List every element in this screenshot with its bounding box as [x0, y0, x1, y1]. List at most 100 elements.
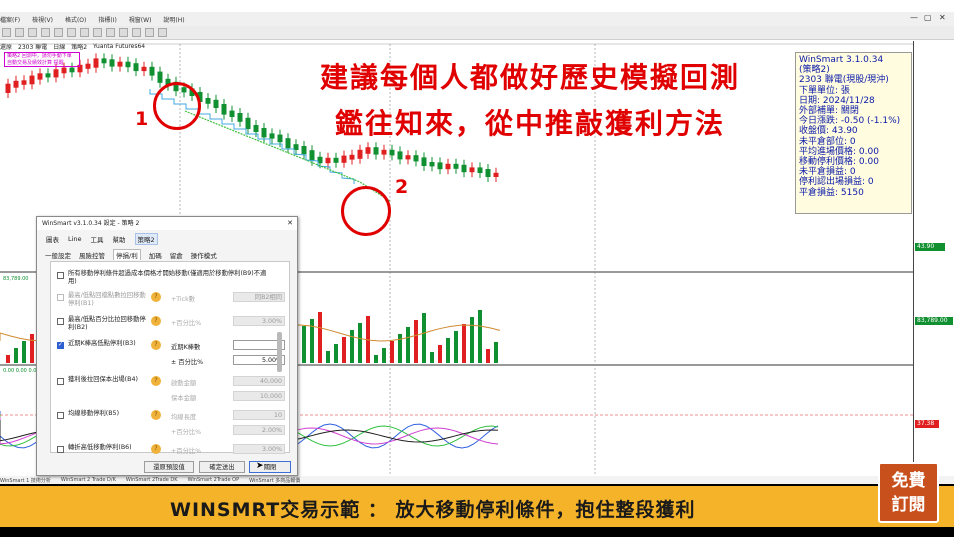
param-input[interactable]: 40,000: [233, 376, 285, 386]
info-position: 未平倉部位: 0: [799, 136, 856, 147]
apply-button[interactable]: 確定送出: [199, 461, 245, 473]
toolbar-print-icon[interactable]: [41, 28, 50, 37]
tab-add-position[interactable]: 加碼: [149, 250, 162, 260]
volume-bar: [326, 351, 330, 363]
menu-window[interactable]: 視窗(W): [129, 15, 152, 24]
window-tab-3[interactable]: WinSmart 2Trade DK: [126, 477, 178, 483]
candle-body: [421, 157, 427, 166]
candle-body: [125, 61, 131, 68]
toolbar-settings-icon[interactable]: [158, 28, 167, 37]
candle-body: [133, 63, 139, 72]
help-icon[interactable]: ?: [151, 444, 161, 454]
badge-line-2: 自動交易及績效計算 提醒: [7, 60, 64, 66]
candle-body: [429, 162, 435, 167]
menu-help[interactable]: 說明(H): [163, 15, 184, 24]
toolbar-line-icon[interactable]: [93, 28, 102, 37]
tab-stop-profit[interactable]: 停損/利: [113, 249, 141, 260]
subscribe-button[interactable]: 免費 訂閱: [878, 462, 939, 523]
param-input[interactable]: 10,000: [233, 391, 285, 401]
menu-indicator[interactable]: 指標(I): [98, 15, 116, 24]
window-tab-1[interactable]: WinSmart 1 技術分析: [0, 477, 51, 484]
param-input[interactable]: 同B2相同: [233, 292, 285, 302]
tab-overnight[interactable]: 留倉: [170, 250, 183, 260]
reset-defaults-button[interactable]: 還原預設值: [144, 461, 194, 473]
toolbar-indicator-icon[interactable]: [132, 28, 141, 37]
info-avg-entry: 平均進場價格: 0.00: [799, 146, 879, 157]
checkbox-b4[interactable]: [57, 378, 64, 385]
dialog-menu-tools[interactable]: 工具: [91, 234, 104, 244]
volume-bar: [22, 341, 26, 363]
help-icon[interactable]: ?: [151, 316, 161, 326]
volume-bar: [446, 338, 450, 363]
indicator-tag: 37.38: [915, 420, 939, 428]
dialog-menu-help[interactable]: 幫助: [113, 234, 126, 244]
checkbox-b6[interactable]: [57, 446, 64, 453]
close-window-icon[interactable]: ✕: [939, 13, 946, 22]
dialog-close-icon[interactable]: ✕: [287, 217, 293, 230]
candle-body: [365, 147, 371, 154]
toolbar-strategy-icon[interactable]: [145, 28, 154, 37]
mouse-cursor-icon: ➤: [256, 461, 264, 471]
candle-body: [405, 155, 411, 160]
window-tab-2[interactable]: WinSmart 2 Trade D/K: [61, 477, 116, 483]
volume-bar: [486, 349, 490, 363]
toolbar-text-icon[interactable]: [106, 28, 115, 37]
help-icon[interactable]: ?: [151, 376, 161, 386]
checkbox-b1[interactable]: [57, 294, 64, 301]
minimize-icon[interactable]: —: [910, 13, 918, 22]
candle-body: [117, 61, 123, 67]
param-input[interactable]: 3.00%: [233, 444, 285, 454]
param-label: +百分比%: [171, 448, 202, 455]
highlight-circle-2: [341, 186, 391, 236]
candle-body: [397, 151, 403, 160]
param-input[interactable]: 10: [233, 410, 285, 420]
volume-bar: [30, 334, 34, 363]
help-icon[interactable]: ?: [151, 340, 161, 350]
toolbar-new-icon[interactable]: [2, 28, 11, 37]
menu-file[interactable]: 檔案(F): [0, 15, 20, 24]
candle-body: [373, 147, 379, 155]
tab-mode[interactable]: 操作模式: [191, 250, 217, 260]
maximize-icon[interactable]: ▢: [924, 13, 932, 22]
volume-bar: [358, 323, 362, 363]
toolbar-grid-icon[interactable]: [119, 28, 128, 37]
tab-general[interactable]: 一般設定: [45, 250, 71, 260]
volume-bar: [302, 326, 306, 363]
tab-risk[interactable]: 風險控管: [79, 250, 105, 260]
window-tab-5[interactable]: WinSmart 多商品報價: [249, 477, 300, 484]
info-external: 外部補單: 關閉: [799, 106, 859, 117]
toolbar-zoom-in-icon[interactable]: [67, 28, 76, 37]
param-label: 保本金額: [171, 395, 197, 402]
checkbox-cost-start[interactable]: [57, 272, 64, 279]
toolbar-zoom-out-icon[interactable]: [80, 28, 89, 37]
info-exit-pnl: 停利認出場損益: 0: [799, 177, 874, 188]
candle-body: [45, 73, 51, 78]
dialog-menu-chart[interactable]: 圖表: [46, 234, 59, 244]
toolbar-save-icon[interactable]: [28, 28, 37, 37]
menu-format[interactable]: 格式(O): [65, 15, 86, 24]
dialog-menu-strategy2[interactable]: 策略2: [134, 233, 158, 245]
candle-body: [493, 172, 499, 177]
help-icon[interactable]: ?: [151, 292, 161, 302]
toolbar-cursor-icon[interactable]: [54, 28, 63, 37]
options-scrollbar[interactable]: [277, 332, 282, 372]
volume-bar: [406, 327, 410, 363]
highlight-circle-1: [153, 82, 201, 130]
checkbox-b5[interactable]: [57, 412, 64, 419]
candle-body: [245, 117, 251, 129]
candle-body: [61, 67, 67, 74]
dialog-menu-line[interactable]: Line: [68, 235, 82, 243]
menu-view[interactable]: 檢視(V): [32, 15, 53, 24]
param-label: 啟動金額: [171, 380, 197, 387]
param-input[interactable]: 2.00%: [233, 425, 285, 435]
checkbox-b2[interactable]: [57, 318, 64, 325]
volume-bar: [494, 342, 498, 363]
checkbox-b3[interactable]: [57, 341, 64, 349]
window-tab-4[interactable]: WinSmart 2Trade OP: [188, 477, 240, 483]
price-tag: 43.90: [915, 243, 945, 251]
strategy-status-badge: 策略2 回測中，請勿手動下單 自動交易及績效計算 提醒: [4, 52, 80, 67]
param-input[interactable]: 3.00%: [233, 316, 285, 326]
help-icon[interactable]: ?: [151, 410, 161, 420]
toolbar-open-icon[interactable]: [15, 28, 24, 37]
candle-body: [485, 169, 491, 177]
